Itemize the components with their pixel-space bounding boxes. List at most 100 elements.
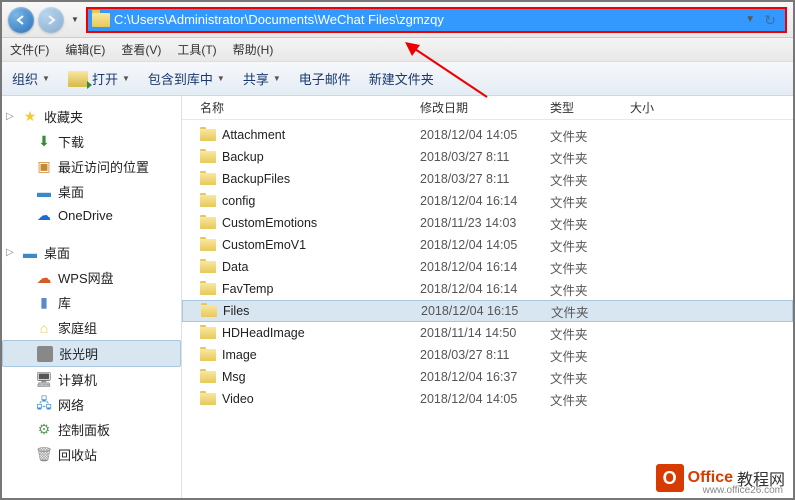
desktop-icon: ▬ xyxy=(22,245,38,261)
file-name: Attachment xyxy=(222,128,285,142)
folder-icon xyxy=(200,283,216,295)
menu-help[interactable]: 帮助(H) xyxy=(233,41,274,58)
sidebar-user[interactable]: 张光明 xyxy=(2,340,181,367)
folder-icon xyxy=(200,393,216,405)
watermark-logo: O xyxy=(656,464,684,492)
sidebar-recent[interactable]: ▣最近访问的位置 xyxy=(2,154,181,179)
file-row[interactable]: CustomEmotions2018/11/23 14:03文件夹 xyxy=(182,212,793,234)
file-type: 文件夹 xyxy=(542,324,622,343)
sidebar-favorites[interactable]: ▷★收藏夹 xyxy=(2,104,181,129)
folder-icon xyxy=(200,239,216,251)
file-date: 2018/12/04 16:14 xyxy=(412,260,542,274)
wps-icon: ☁ xyxy=(36,270,52,286)
file-type: 文件夹 xyxy=(542,390,622,409)
file-name: Files xyxy=(223,304,249,318)
address-dropdown-icon[interactable]: ▼ xyxy=(745,14,755,25)
file-row[interactable]: FavTemp2018/12/04 16:14文件夹 xyxy=(182,278,793,300)
sidebar-onedrive[interactable]: ☁OneDrive xyxy=(2,204,181,226)
user-icon xyxy=(37,346,53,362)
column-size[interactable]: 大小 xyxy=(622,99,692,116)
watermark-url: www.office26.com xyxy=(703,485,783,496)
column-date[interactable]: 修改日期 xyxy=(412,99,542,116)
sidebar-downloads[interactable]: ⬇下载 xyxy=(2,129,181,154)
forward-button[interactable] xyxy=(38,7,64,33)
file-row[interactable]: Data2018/12/04 16:14文件夹 xyxy=(182,256,793,278)
sidebar-network[interactable]: 🖧网络 xyxy=(2,392,181,417)
menu-bar: 文件(F) 编辑(E) 查看(V) 工具(T) 帮助(H) xyxy=(2,38,793,62)
folder-icon xyxy=(200,195,216,207)
sidebar: ▷★收藏夹 ⬇下载 ▣最近访问的位置 ▬桌面 ☁OneDrive ▷▬桌面 ☁W… xyxy=(2,96,182,498)
library-icon: ▮ xyxy=(36,295,52,311)
address-path: C:\Users\Administrator\Documents\WeChat … xyxy=(114,12,741,27)
file-type: 文件夹 xyxy=(542,236,622,255)
menu-edit[interactable]: 编辑(E) xyxy=(65,41,105,58)
file-type: 文件夹 xyxy=(542,346,622,365)
file-type: 文件夹 xyxy=(542,214,622,233)
folder-icon xyxy=(92,13,110,27)
recyclebin-icon: 🗑 xyxy=(36,447,52,463)
email-button[interactable]: 电子邮件 xyxy=(299,69,351,88)
column-name[interactable]: 名称 xyxy=(192,99,412,116)
file-row[interactable]: config 2018/12/04 16:14文件夹 xyxy=(182,190,793,212)
control-panel-icon: ⚙ xyxy=(36,422,52,438)
file-name: Data xyxy=(222,260,248,274)
homegroup-icon: ⌂ xyxy=(36,320,52,336)
file-type: 文件夹 xyxy=(542,148,622,167)
file-name: BackupFiles xyxy=(222,172,290,186)
sidebar-homegroup[interactable]: ⌂家庭组 xyxy=(2,315,181,340)
file-type: 文件夹 xyxy=(543,302,623,321)
sidebar-recyclebin[interactable]: 🗑回收站 xyxy=(2,442,181,467)
history-dropdown[interactable]: ▼ xyxy=(68,9,82,31)
file-row[interactable]: Video2018/12/04 14:05文件夹 xyxy=(182,388,793,410)
file-date: 2018/12/04 14:05 xyxy=(412,238,542,252)
sidebar-library[interactable]: ▮库 xyxy=(2,290,181,315)
folder-icon xyxy=(200,261,216,273)
file-row[interactable]: BackupFiles2018/03/27 8:11文件夹 xyxy=(182,168,793,190)
sidebar-wps[interactable]: ☁WPS网盘 xyxy=(2,265,181,290)
file-date: 2018/12/04 16:37 xyxy=(412,370,542,384)
file-date: 2018/03/27 8:11 xyxy=(412,172,542,186)
sidebar-desktop[interactable]: ▬桌面 xyxy=(2,179,181,204)
sidebar-control[interactable]: ⚙控制面板 xyxy=(2,417,181,442)
sidebar-computer[interactable]: 🖥计算机 xyxy=(2,367,181,392)
open-button[interactable]: 打开 ▼ xyxy=(68,69,130,88)
file-date: 2018/03/27 8:11 xyxy=(412,150,542,164)
back-button[interactable] xyxy=(8,7,34,33)
file-type: 文件夹 xyxy=(542,126,622,145)
star-icon: ★ xyxy=(22,109,38,125)
address-bar[interactable]: C:\Users\Administrator\Documents\WeChat … xyxy=(86,7,787,33)
file-date: 2018/12/04 16:14 xyxy=(412,194,542,208)
refresh-icon[interactable]: ↻ xyxy=(759,9,781,31)
file-type: 文件夹 xyxy=(542,280,622,299)
file-date: 2018/11/14 14:50 xyxy=(412,326,542,340)
file-type: 文件夹 xyxy=(542,368,622,387)
file-date: 2018/12/04 16:15 xyxy=(413,304,543,318)
file-date: 2018/11/23 14:03 xyxy=(412,216,542,230)
sidebar-desktop2[interactable]: ▷▬桌面 xyxy=(2,240,181,265)
file-name: Image xyxy=(222,348,257,362)
menu-file[interactable]: 文件(F) xyxy=(10,41,49,58)
menu-tools[interactable]: 工具(T) xyxy=(177,41,216,58)
new-folder-button[interactable]: 新建文件夹 xyxy=(369,69,434,88)
network-icon: 🖧 xyxy=(36,397,52,413)
file-row[interactable]: Files 2018/12/04 16:15文件夹 xyxy=(182,300,793,322)
folder-icon xyxy=(200,371,216,383)
file-list: Attachment2018/12/04 14:05文件夹Backup2018/… xyxy=(182,120,793,498)
file-row[interactable]: Attachment 2018/12/04 14:05文件夹 xyxy=(182,124,793,146)
file-row[interactable]: Msg2018/12/04 16:37文件夹 xyxy=(182,366,793,388)
menu-view[interactable]: 查看(V) xyxy=(121,41,161,58)
column-type[interactable]: 类型 xyxy=(542,99,622,116)
folder-icon xyxy=(200,151,216,163)
file-row[interactable]: Image2018/03/27 8:11文件夹 xyxy=(182,344,793,366)
file-name: config xyxy=(222,194,255,208)
organize-button[interactable]: 组织▼ xyxy=(12,69,50,88)
file-row[interactable]: Backup2018/03/27 8:11文件夹 xyxy=(182,146,793,168)
share-button[interactable]: 共享▼ xyxy=(243,69,281,88)
file-date: 2018/12/04 16:14 xyxy=(412,282,542,296)
file-row[interactable]: HDHeadImage2018/11/14 14:50文件夹 xyxy=(182,322,793,344)
include-button[interactable]: 包含到库中▼ xyxy=(148,69,225,88)
folder-icon xyxy=(201,305,217,317)
file-date: 2018/12/04 14:05 xyxy=(412,128,542,142)
file-type: 文件夹 xyxy=(542,192,622,211)
file-row[interactable]: CustomEmoV12018/12/04 14:05文件夹 xyxy=(182,234,793,256)
